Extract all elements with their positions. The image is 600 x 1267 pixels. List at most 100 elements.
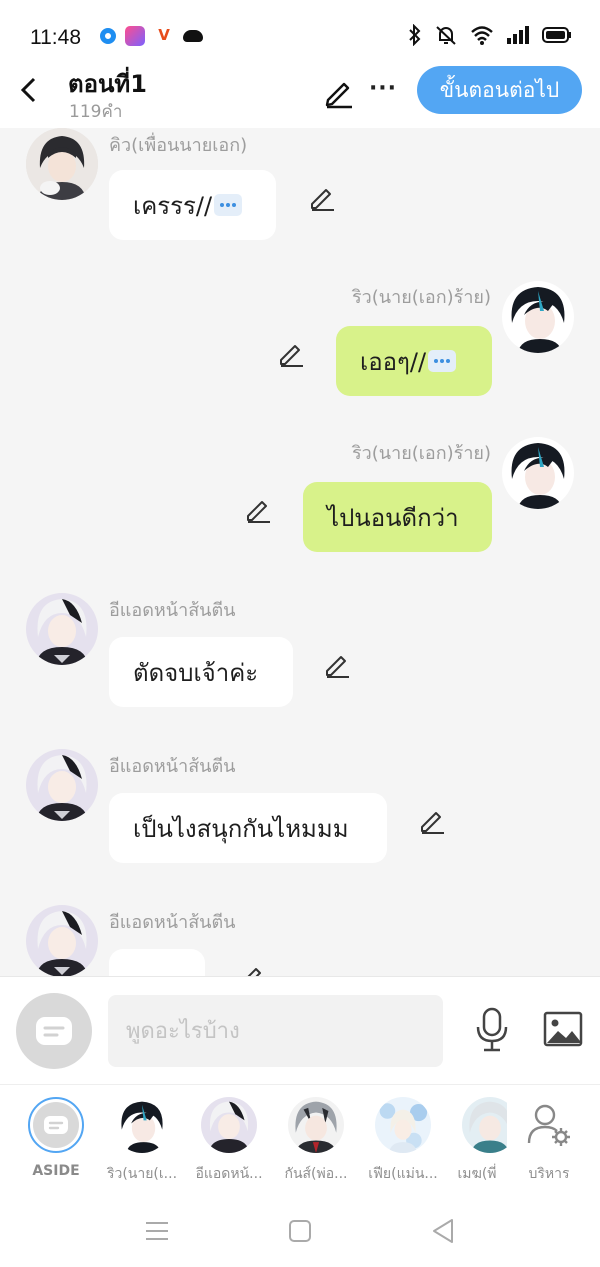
speaker-name: ริว(นาย(เอก)ร้าย) (351, 287, 491, 308)
avatar (114, 1097, 170, 1153)
aside-icon (36, 1017, 72, 1045)
character-label: ริว(นาย(เ... (106, 1166, 178, 1182)
avatar-white-black-hair-girl-icon (26, 593, 98, 665)
message-text: เป็นไงสนุกกันไหมมม (133, 814, 349, 843)
message-text: ตัดจบเจ้าค่ะ (133, 658, 259, 687)
edit-message-button[interactable] (308, 184, 336, 212)
edit-title-button[interactable] (322, 76, 356, 110)
character-label: กันส์(พ่อ... (284, 1166, 348, 1182)
status-notification-icons: V (100, 26, 203, 46)
composer-bar (0, 976, 600, 1084)
pencil-icon (247, 501, 270, 523)
avatar (201, 1097, 257, 1153)
gradient-app-icon (125, 26, 145, 46)
avatar-white-black-hair-girl-icon (26, 749, 98, 821)
character-item[interactable]: กันส์(พ่อ... (273, 1097, 359, 1185)
chat-area[interactable]: คิว(เพื่อนนายเอก) เครรร// ริว(นาย(เอก)ร้… (0, 128, 600, 976)
character-label: เมฆ(พี่ (457, 1166, 497, 1182)
avatar (28, 1097, 84, 1153)
word-count: 119คำ (69, 102, 123, 122)
square-home-icon (289, 1220, 311, 1242)
character-item[interactable]: เฟีย(แม่น... (360, 1097, 446, 1185)
avatar (462, 1097, 507, 1153)
pencil-icon (311, 189, 334, 211)
circle-app-icon (100, 28, 116, 44)
menu-nav-button[interactable] (140, 1218, 174, 1244)
message-text: ไปนอนดีกว่า (327, 503, 459, 532)
message-input[interactable] (108, 995, 443, 1067)
hamburger-icon (146, 1222, 168, 1240)
avatar-black-blue-hair-boy-icon (114, 1097, 170, 1153)
avatar[interactable] (26, 128, 98, 200)
edit-message-button[interactable] (323, 651, 351, 679)
speaker-name: คิว(เพื่อนนายเอก) (109, 135, 248, 156)
pencil-icon (326, 656, 349, 678)
v-app-icon: V (154, 26, 174, 46)
avatar[interactable] (502, 437, 574, 509)
avatar[interactable] (26, 749, 98, 821)
avatar-silver-hair-boy-icon (462, 1097, 507, 1153)
pencil-icon (421, 812, 444, 834)
chat-dots-icon (428, 350, 457, 372)
next-step-button[interactable]: ขั้นตอนต่อไป (417, 66, 582, 114)
avatar (375, 1097, 431, 1153)
character-selector: ASIDE ริว(นาย(เ... อีแอดหน้... กันส์(พ่อ… (0, 1084, 600, 1190)
speaker-name: ริว(นาย(เอก)ร้าย) (351, 443, 491, 464)
message-bubble[interactable] (109, 949, 205, 976)
status-time: 11:48 (30, 26, 81, 49)
avatar-white-black-hair-girl-icon (26, 905, 98, 976)
back-button[interactable] (12, 72, 44, 108)
chevron-left-icon (20, 77, 36, 103)
cloud-icon (183, 30, 203, 42)
avatar-white-black-hair-girl-icon (201, 1097, 257, 1153)
message-bubble[interactable]: ตัดจบเจ้าค่ะ (109, 637, 293, 707)
back-nav-button[interactable] (428, 1216, 458, 1246)
pencil-icon (280, 345, 303, 367)
character-label: ASIDE (32, 1163, 80, 1179)
avatar[interactable] (26, 905, 98, 976)
message-bubble[interactable]: เครรร// (109, 170, 276, 240)
speaker-name: อีแอดหน้าส้นตีน (109, 756, 236, 777)
more-options-button[interactable]: ··· (368, 76, 398, 110)
character-aside[interactable]: ASIDE (13, 1097, 99, 1179)
character-item[interactable]: อีแอดหน้... (186, 1097, 272, 1185)
message-text: เออๆ// (360, 347, 427, 376)
avatar[interactable] (26, 593, 98, 665)
avatar (521, 1097, 577, 1153)
character-item[interactable]: ริว(นาย(เ... (99, 1097, 185, 1185)
microphone-button[interactable] (470, 1005, 514, 1053)
bluetooth-icon (409, 24, 421, 46)
speaker-name: อีแอดหน้าส้นตีน (109, 912, 236, 933)
avatar-black-blue-hair-boy-icon (502, 281, 574, 353)
avatar[interactable] (502, 281, 574, 353)
edit-message-button[interactable] (277, 340, 305, 368)
home-nav-button[interactable] (285, 1216, 315, 1246)
avatar-flower-girl-icon (375, 1097, 431, 1153)
triangle-back-icon (433, 1219, 453, 1243)
message-text: เครรร// (133, 191, 213, 220)
wifi-icon (471, 26, 493, 45)
system-navigation-bar (0, 1190, 600, 1267)
top-app-bar: ตอนที่1 119คำ ··· ขั้นตอนต่อไป (0, 58, 600, 128)
speaker-name: อีแอดหน้าส้นตีน (109, 600, 236, 621)
microphone-icon (476, 1007, 508, 1052)
chat-dots-icon (214, 194, 243, 216)
avatar-black-blue-hair-boy-icon (502, 437, 574, 509)
edit-message-button[interactable] (238, 963, 266, 976)
message-bubble[interactable]: เป็นไงสนุกกันไหมมม (109, 793, 387, 863)
character-label: อีแอดหน้... (195, 1166, 263, 1182)
pencil-icon (247, 968, 261, 976)
aside-toggle-button[interactable] (16, 993, 92, 1069)
message-bubble[interactable]: ไปนอนดีกว่า (303, 482, 492, 552)
character-item[interactable]: เมฆ(พี่ (447, 1097, 507, 1185)
aside-icon (33, 1102, 79, 1148)
edit-message-button[interactable] (418, 807, 446, 835)
avatar (288, 1097, 344, 1153)
mute-bell-icon (436, 26, 456, 45)
edit-message-button[interactable] (244, 496, 272, 524)
manage-characters-button[interactable]: บริหาร (506, 1097, 592, 1185)
image-icon (543, 1011, 583, 1047)
message-bubble[interactable]: เออๆ// (336, 326, 492, 396)
image-button[interactable] (542, 1009, 584, 1049)
character-label: เฟีย(แม่น... (368, 1166, 438, 1182)
